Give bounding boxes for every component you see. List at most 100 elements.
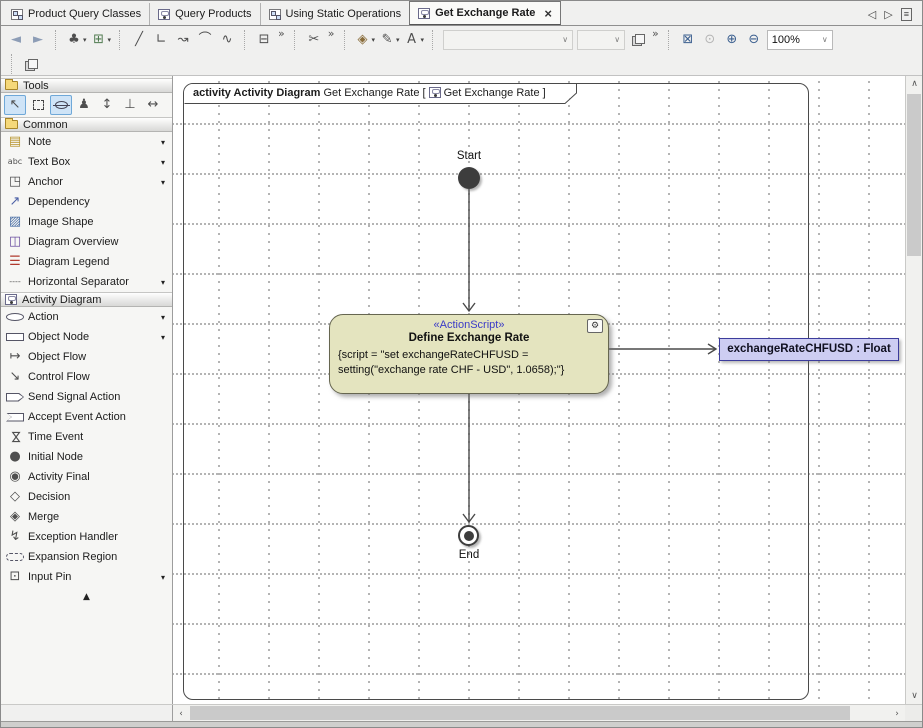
sidebar-item-time-event[interactable]: ⋈Time Event — [1, 427, 172, 447]
forward-button[interactable]: ► — [27, 29, 49, 51]
grid-layout-icon: ⊞ — [91, 33, 107, 47]
show-containment-button[interactable] — [20, 53, 42, 75]
diagram-canvas[interactable]: activity Activity Diagram Get Exchange R… — [173, 76, 905, 704]
quick-diagram-layout-icon: ♣ — [66, 33, 82, 47]
pen-color-button[interactable]: ✎▾ — [377, 29, 402, 51]
straight-line-style-button[interactable]: ╱ — [128, 29, 150, 51]
selection-tool[interactable]: ↖ — [4, 95, 26, 115]
sidebar-item-dependency[interactable]: ↗Dependency — [1, 192, 172, 212]
fill-color-button[interactable]: ◈▾ — [353, 29, 378, 51]
group-selection-tool[interactable] — [27, 95, 49, 115]
scroll-right-icon[interactable]: › — [889, 705, 905, 722]
zoom-level-combo[interactable]: 100%∨ — [767, 30, 833, 50]
chevron-down-icon[interactable]: ▾ — [161, 333, 165, 342]
zoom-out-button[interactable]: ⊖ — [743, 29, 765, 51]
sidebar: Tools ↖ ♟ ↕ ⊥ ↔ Common▤Note▾abcText Box▾◳Ancho… — [1, 76, 173, 704]
sidebar-item-send-signal-action[interactable]: Send Signal Action — [1, 387, 172, 407]
diagram-tab-bar: Product Query ClassesQuery ProductsUsing… — [1, 1, 922, 26]
sidebar-item-exception-handler[interactable]: ↯Exception Handler — [1, 527, 172, 547]
chevron-down-icon: ▾ — [396, 36, 400, 44]
vertical-distribute-tool[interactable]: ↕ — [96, 95, 118, 115]
section-header-activity-diagram[interactable]: Activity Diagram — [1, 292, 172, 307]
toolbar-overflow-2[interactable]: » — [328, 27, 335, 40]
section-header-common[interactable]: Common — [1, 117, 172, 132]
compartment-tool[interactable] — [50, 95, 72, 115]
activity-diagram-icon — [418, 8, 430, 19]
sidebar-item-note[interactable]: ▤Note▾ — [1, 132, 172, 152]
chevron-down-icon[interactable]: ▾ — [161, 158, 165, 167]
tab-list-icon[interactable]: ≡ — [901, 8, 912, 21]
toolbar-overflow-1[interactable]: » — [278, 27, 285, 40]
object-node-exchange-rate[interactable]: exchangeRateCHFUSD : Float — [719, 338, 899, 361]
sticky-tool[interactable]: ♟ — [73, 95, 95, 115]
chevron-down-icon[interactable]: ▾ — [161, 178, 165, 187]
sidebar-item-object-node[interactable]: Object Node▾ — [1, 327, 172, 347]
sidebar-item-text-box[interactable]: abcText Box▾ — [1, 152, 172, 172]
section-header-tools[interactable]: Tools — [1, 78, 172, 93]
toolbar-separator — [668, 30, 673, 50]
align-tool[interactable]: ⊥ — [119, 95, 141, 115]
scroll-down-icon[interactable]: ∨ — [906, 688, 923, 704]
palette-scroll-up-button[interactable]: ▲ — [1, 592, 172, 602]
toolbar-overflow-3[interactable]: » — [652, 27, 659, 40]
sidebar-item-activity-final[interactable]: ◉Activity Final — [1, 467, 172, 487]
tab-get-exchange-rate[interactable]: Get Exchange Rate× — [409, 1, 561, 25]
fill-color-icon: ◈ — [355, 33, 371, 47]
layers-button[interactable] — [627, 29, 649, 51]
zoom-selection-button[interactable]: ⊙ — [699, 29, 721, 51]
zoom-region-button[interactable]: ⊠ — [677, 29, 699, 51]
font-button[interactable]: A▾ — [402, 29, 427, 51]
sticky-tool-icon: ♟ — [76, 98, 92, 112]
sidebar-item-expansion-region[interactable]: Expansion Region — [1, 547, 172, 567]
close-tab-icon[interactable]: × — [544, 6, 552, 21]
script-gear-icon[interactable]: ⚙ — [587, 319, 603, 333]
vertical-scroll-thumb[interactable] — [907, 94, 921, 256]
zoom-in-button[interactable]: ⊕ — [721, 29, 743, 51]
rectilinear-line-style-button[interactable]: ∟ — [150, 29, 172, 51]
reverse-order-tool[interactable]: ↔ — [142, 95, 164, 115]
font-size-combo[interactable]: ∨ — [577, 30, 625, 50]
back-button[interactable]: ◄ — [5, 29, 27, 51]
sidebar-item-input-pin[interactable]: ⊡Input Pin▾ — [1, 567, 172, 587]
activity-final-node[interactable] — [458, 525, 479, 546]
stereotype-combo[interactable]: ∨ — [443, 30, 573, 50]
chevron-down-icon[interactable]: ▾ — [161, 278, 165, 287]
sidebar-item-action[interactable]: Action▾ — [1, 307, 172, 327]
sidebar-item-control-flow[interactable]: ↘Control Flow — [1, 367, 172, 387]
horizontal-scroll-thumb[interactable] — [190, 706, 850, 720]
chevron-down-icon: ▾ — [372, 36, 376, 44]
chevron-down-icon[interactable]: ▾ — [161, 573, 165, 582]
chevron-down-icon[interactable]: ▾ — [161, 138, 165, 147]
align-tool-icon: ⊥ — [122, 98, 138, 112]
cut-button[interactable]: ✂ — [303, 29, 325, 51]
sidebar-item-horizontal-separator[interactable]: ----Horizontal Separator▾ — [1, 272, 172, 292]
frame-kind-label: activity Activity Diagram — [193, 87, 320, 99]
grid-layout-button[interactable]: ⊞▾ — [89, 29, 114, 51]
sidebar-item-merge[interactable]: ◈Merge — [1, 507, 172, 527]
next-tab-icon[interactable]: ▷ — [884, 8, 892, 21]
scroll-left-icon[interactable]: ‹ — [173, 705, 189, 722]
sidebar-item-image-shape[interactable]: ▨Image Shape — [1, 212, 172, 232]
action-node-define-exchange-rate[interactable]: ⚙ «ActionScript» Define Exchange Rate {s… — [329, 314, 609, 394]
font-icon: A — [404, 33, 420, 47]
bezier-line-style-button[interactable]: ⌒ — [194, 29, 216, 51]
quick-diagram-layout-button[interactable]: ♣▾ — [64, 29, 89, 51]
scroll-up-icon[interactable]: ∧ — [906, 76, 923, 92]
custom-line-style-button[interactable]: ∿ — [216, 29, 238, 51]
tab-query-products[interactable]: Query Products — [149, 3, 259, 25]
make-same-size-button[interactable]: ⊟ — [253, 29, 275, 51]
object-flow-icon: ↦ — [6, 350, 24, 364]
sidebar-item-diagram-overview[interactable]: ◫Diagram Overview — [1, 232, 172, 252]
chevron-down-icon[interactable]: ▾ — [161, 313, 165, 322]
oblique-line-style-button[interactable]: ↝ — [172, 29, 194, 51]
tab-product-query-classes[interactable]: Product Query Classes — [3, 3, 149, 25]
sidebar-item-anchor[interactable]: ◳Anchor▾ — [1, 172, 172, 192]
previous-tab-icon[interactable]: ◁ — [868, 8, 876, 21]
tab-using-static-operations[interactable]: Using Static Operations — [260, 3, 410, 25]
sidebar-item-object-flow[interactable]: ↦Object Flow — [1, 347, 172, 367]
sidebar-item-diagram-legend[interactable]: ☰Diagram Legend — [1, 252, 172, 272]
sidebar-item-decision[interactable]: ◇Decision — [1, 487, 172, 507]
sidebar-item-initial-node[interactable]: ●Initial Node — [1, 447, 172, 467]
initial-node[interactable] — [458, 167, 480, 189]
sidebar-item-accept-event-action[interactable]: Accept Event Action — [1, 407, 172, 427]
